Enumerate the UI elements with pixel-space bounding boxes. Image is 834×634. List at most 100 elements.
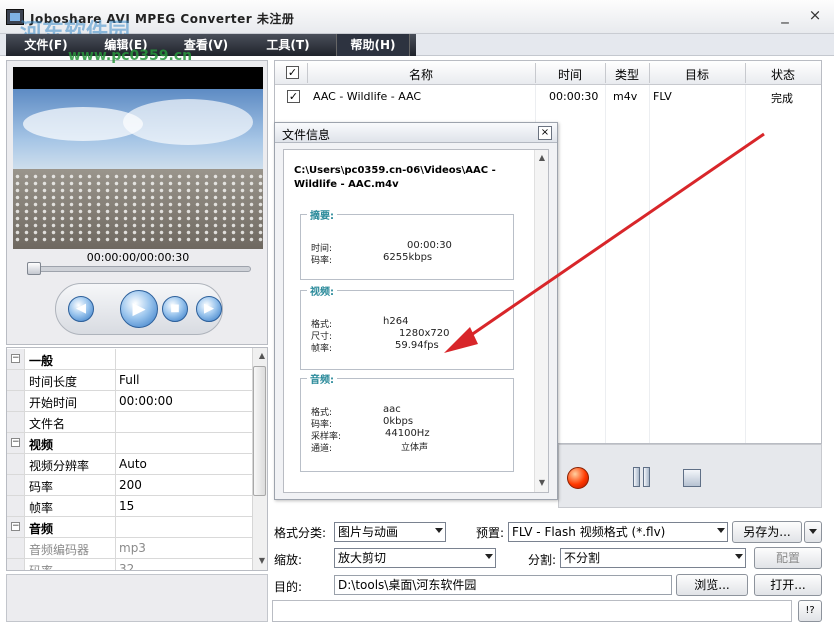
collapse-icon[interactable]: − (11, 522, 20, 531)
save-as-button[interactable]: 另存为... (732, 521, 802, 543)
file-type: m4v (613, 90, 638, 103)
zoom-value: 放大剪切 (338, 551, 387, 565)
status-bar (272, 600, 792, 622)
scroll-thumb[interactable] (253, 366, 266, 496)
property-value[interactable]: Auto (119, 457, 147, 471)
record-icon[interactable] (567, 467, 589, 489)
file-checkbox[interactable]: ✓ (287, 90, 300, 103)
col-time[interactable]: 时间 (535, 66, 605, 83)
summary-bitrate: 6255kbps (383, 252, 433, 263)
property-row[interactable]: 码率 200 (7, 475, 253, 496)
property-group-label: 音频 (29, 522, 54, 536)
audio-channel: 立体声 (401, 443, 429, 453)
select-all-checkbox[interactable]: ✓ (286, 66, 299, 79)
conversion-controls (558, 444, 822, 508)
stop-icon[interactable]: ■ (162, 296, 188, 322)
pause-icon[interactable] (633, 467, 651, 487)
col-type[interactable]: 类型 (605, 66, 649, 83)
chevron-down-icon (809, 529, 817, 534)
property-value[interactable]: mp3 (119, 541, 146, 555)
save-as-dropdown[interactable] (804, 521, 822, 543)
scroll-down-icon[interactable]: ▼ (539, 478, 545, 487)
menu-help[interactable]: 帮助(H) (336, 34, 410, 56)
collapse-icon[interactable]: − (11, 438, 20, 447)
property-row[interactable]: 文件名 (7, 412, 253, 433)
menu-tools[interactable]: 工具(T) (254, 34, 322, 56)
property-gutter (7, 538, 25, 558)
property-value[interactable]: Full (119, 373, 140, 387)
property-row[interactable]: 音频编码器 mp3 (7, 538, 253, 559)
config-button[interactable]: 配置 (754, 547, 822, 569)
split-label: 分割: (528, 553, 557, 567)
audio-format: aac (383, 404, 401, 415)
property-value[interactable]: 200 (119, 478, 142, 492)
destination-field[interactable]: D:\tools\桌面\河东软件园 (334, 575, 672, 595)
dialog-body: C:\Users\pc0359.cn-06\Videos\AAC - Wildl… (283, 149, 549, 493)
summary-title: 摘要: (307, 207, 337, 222)
summary-duration: 00:00:30 (407, 240, 452, 251)
scroll-up-icon[interactable]: ▲ (259, 351, 265, 360)
dialog-title-bar: 文件信息 × (275, 123, 557, 143)
property-value[interactable]: 00:00:00 (119, 394, 173, 408)
video-fps: 59.94fps (395, 340, 439, 351)
property-row[interactable]: 时间长度 Full (7, 370, 253, 391)
col-name[interactable]: 名称 (307, 66, 535, 83)
close-button[interactable]: × (806, 6, 824, 24)
property-name: 码率 (29, 480, 54, 494)
left-bottom-panel (6, 574, 268, 622)
minimize-button[interactable]: _ (776, 6, 794, 24)
play-icon[interactable]: ▶ (120, 290, 158, 328)
property-row[interactable]: 开始时间 00:00:00 (7, 391, 253, 412)
preview-panel: 00:00:00/00:00:30 ◀ ▶ ■ ▶ (6, 60, 268, 345)
property-group-label: 视频 (29, 438, 54, 452)
open-button[interactable]: 打开... (754, 574, 822, 596)
video-fps-label: 帧率: (311, 344, 333, 354)
seek-bar[interactable] (27, 266, 251, 272)
file-path: C:\Users\pc0359.cn-06\Videos\AAC - Wildl… (294, 165, 496, 190)
property-name: 开始时间 (29, 396, 78, 410)
audio-sample: 44100Hz (385, 428, 430, 439)
summary-section: 摘要: 时间: 00:00:30 码率: 6255kbps (300, 207, 514, 280)
watermark-url: www.pc0359.cn (68, 48, 193, 64)
stop-icon[interactable] (683, 469, 701, 487)
property-gutter (7, 559, 25, 570)
file-time: 00:00:30 (549, 90, 599, 103)
preset-label: 预置: (476, 526, 505, 540)
properties-scrollbar[interactable]: ▲ ▼ (252, 348, 267, 570)
property-group-row[interactable]: − 视频 (7, 433, 253, 454)
dialog-scrollbar[interactable]: ▲ ▼ (534, 150, 548, 492)
category-select[interactable]: 图片与动画 (334, 522, 446, 542)
property-value[interactable]: 15 (119, 499, 134, 513)
property-name: 码率 (29, 564, 54, 571)
next-icon[interactable]: ▶ (196, 296, 222, 322)
zoom-select[interactable]: 放大剪切 (334, 548, 496, 568)
video-preview (13, 67, 263, 249)
preset-select[interactable]: FLV - Flash 视频格式 (*.flv) (508, 522, 728, 542)
col-status[interactable]: 状态 (745, 66, 821, 83)
browse-button[interactable]: 浏览... (676, 574, 748, 596)
property-gutter: − (7, 517, 25, 537)
property-gutter (7, 496, 25, 516)
dialog-close-icon[interactable]: × (538, 126, 552, 140)
col-target[interactable]: 目标 (649, 66, 745, 83)
property-row[interactable]: 帧率 15 (7, 496, 253, 517)
file-row[interactable]: ✓ AAC - Wildlife - AAC 00:00:30 m4v FLV … (275, 87, 821, 107)
summary-bitrate-label: 码率: (311, 256, 333, 266)
split-select[interactable]: 不分割 (560, 548, 746, 568)
help-button[interactable]: !? (798, 600, 822, 622)
seek-handle[interactable] (27, 262, 41, 275)
scroll-up-icon[interactable]: ▲ (539, 153, 545, 162)
video-format: h264 (383, 316, 409, 327)
collapse-icon[interactable]: − (11, 354, 20, 363)
property-row[interactable]: 码率 32 (7, 559, 253, 571)
property-value[interactable]: 32 (119, 562, 134, 570)
chevron-down-icon (435, 528, 443, 533)
property-group-row[interactable]: − 音频 (7, 517, 253, 538)
scroll-down-icon[interactable]: ▼ (259, 556, 265, 565)
previous-icon[interactable]: ◀ (68, 296, 94, 322)
property-name: 时间长度 (29, 375, 78, 389)
property-row[interactable]: 视频分辨率 Auto (7, 454, 253, 475)
property-gutter (7, 475, 25, 495)
property-group-row[interactable]: − 一般 (7, 349, 253, 370)
category-value: 图片与动画 (338, 525, 399, 539)
